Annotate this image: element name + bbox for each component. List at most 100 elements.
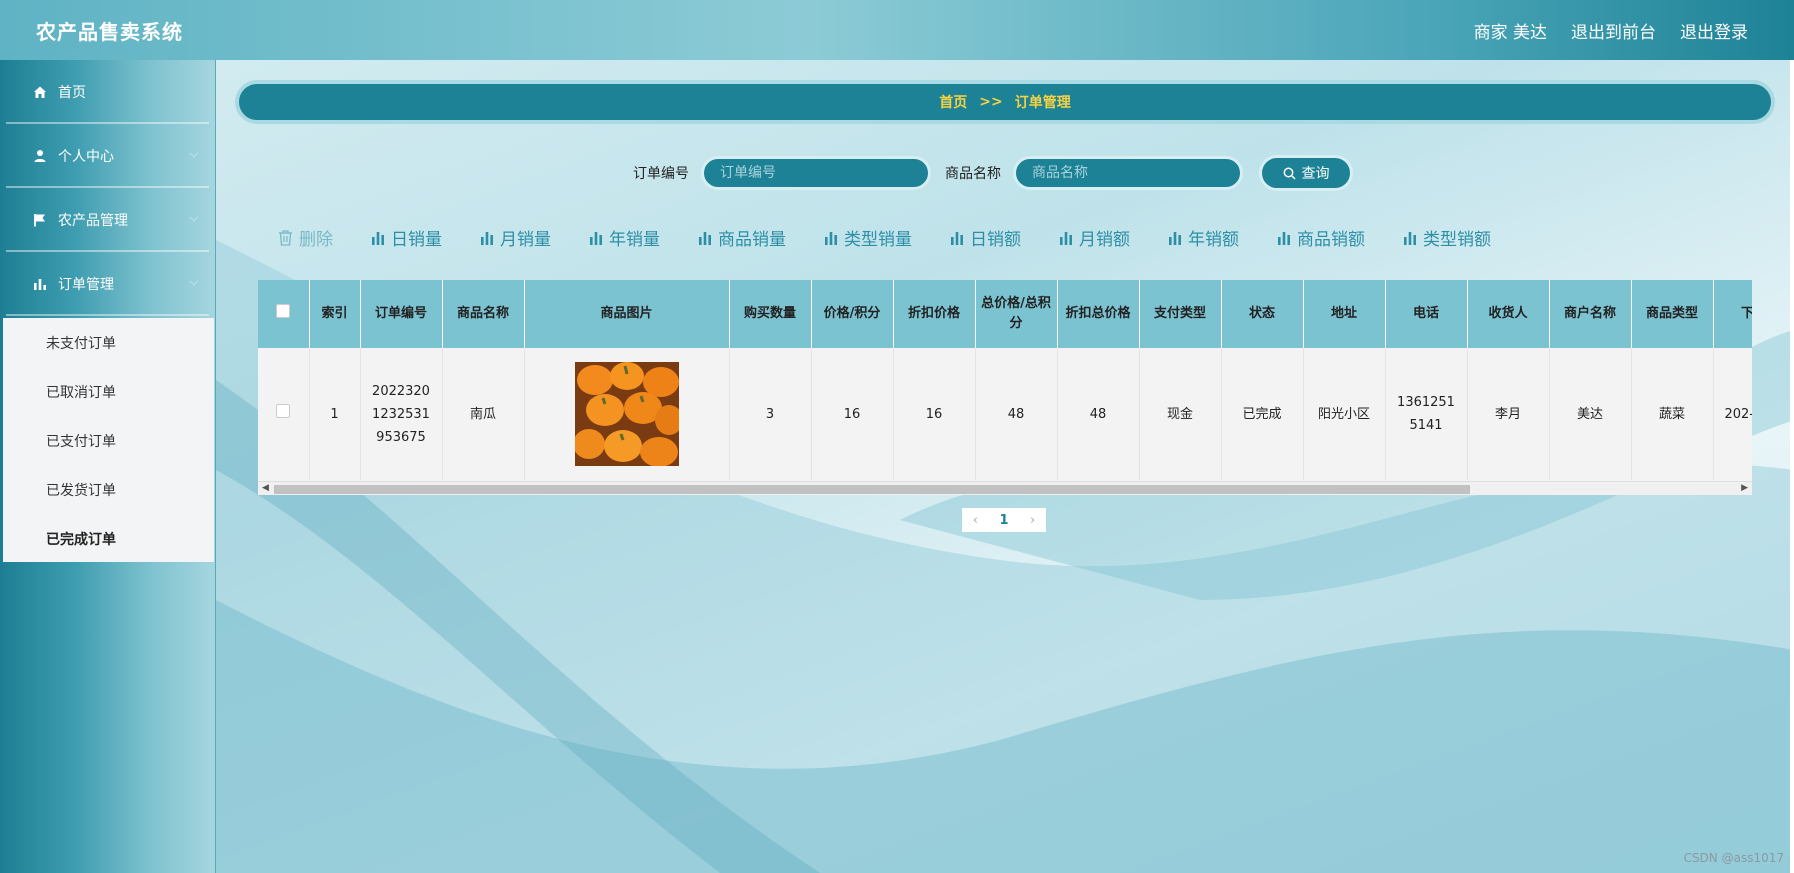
- column-header[interactable]: 索引: [309, 280, 361, 348]
- yearly-sales-amount-button[interactable]: 年销额: [1168, 225, 1239, 250]
- select-all-checkbox[interactable]: [276, 303, 291, 318]
- search-button-label: 查询: [1301, 166, 1330, 182]
- submenu-item-completed[interactable]: 已完成订单: [3, 514, 214, 563]
- tool-label: 类型销量: [844, 230, 912, 250]
- logout-link[interactable]: 退出登录: [1680, 18, 1748, 43]
- exit-to-front-link[interactable]: 退出到前台: [1571, 18, 1656, 43]
- bar-chart-icon: [371, 231, 385, 245]
- submenu-item-shipped[interactable]: 已发货订单: [3, 465, 214, 514]
- column-header[interactable]: 地址: [1303, 280, 1386, 348]
- category-sales-qty-button[interactable]: 类型销量: [824, 225, 912, 250]
- row-checkbox[interactable]: [276, 403, 291, 418]
- column-header[interactable]: 支付类型: [1139, 280, 1222, 348]
- bar-chart-icon: [32, 276, 48, 292]
- page-number[interactable]: 1: [999, 513, 1008, 528]
- select-all-cell: [258, 280, 310, 348]
- bar-chart-icon: [1277, 231, 1291, 245]
- cell-merchant: 美达: [1549, 348, 1632, 480]
- monthly-sales-amount-button[interactable]: 月销额: [1059, 225, 1130, 250]
- delete-label: 删除: [299, 230, 333, 250]
- tool-label: 年销量: [609, 230, 660, 250]
- cell-status: 已完成: [1221, 348, 1304, 480]
- breadcrumb-home[interactable]: 首页: [939, 92, 967, 112]
- cell-total: 48: [975, 348, 1058, 480]
- cell-category: 蔬菜: [1631, 348, 1714, 480]
- column-header[interactable]: 价格/积分: [811, 280, 894, 348]
- cell-order-no: 20223201232531953675: [360, 348, 443, 480]
- orders-table-container: 索引 订单编号 商品名称 商品图片 购买数量 价格/积分 折扣价格 总价格/总积…: [258, 280, 1752, 495]
- scroll-left-icon[interactable]: ◀: [262, 483, 269, 493]
- bar-chart-icon: [698, 231, 712, 245]
- cell-index: 1: [309, 348, 361, 480]
- order-no-input[interactable]: [701, 156, 931, 190]
- tool-label: 年销额: [1188, 230, 1239, 250]
- daily-sales-qty-button[interactable]: 日销量: [371, 225, 442, 250]
- cell-address: 阳光小区: [1303, 348, 1386, 480]
- cell-order-time: 202-20-2: [1713, 348, 1752, 480]
- tool-label: 日销额: [970, 230, 1021, 250]
- pumpkin-image: [574, 362, 679, 466]
- table-header-row: 索引 订单编号 商品名称 商品图片 购买数量 价格/积分 折扣价格 总价格/总积…: [258, 280, 1752, 348]
- submenu-item-paid[interactable]: 已支付订单: [3, 416, 214, 465]
- current-user[interactable]: 商家 美达: [1474, 18, 1547, 43]
- column-header[interactable]: 折扣价格: [893, 280, 976, 348]
- trash-icon: [278, 229, 293, 246]
- product-name-label: 商品名称: [945, 166, 1001, 182]
- product-sales-amount-button[interactable]: 商品销额: [1277, 225, 1365, 250]
- submenu-item-cancelled[interactable]: 已取消订单: [3, 367, 214, 416]
- cell-discount-total: 48: [1057, 348, 1140, 480]
- cell-product-image: [524, 348, 730, 480]
- tool-label: 类型销额: [1423, 230, 1491, 250]
- watermark: CSDN @ass1017: [1683, 851, 1784, 865]
- sidebar-item-profile[interactable]: 个人中心: [0, 124, 215, 188]
- delete-button[interactable]: 删除: [278, 225, 333, 250]
- scroll-right-icon[interactable]: ▶: [1741, 483, 1748, 493]
- column-header[interactable]: 折扣总价格: [1057, 280, 1140, 348]
- column-header[interactable]: 收货人: [1467, 280, 1550, 348]
- breadcrumb-current: 订单管理: [1014, 95, 1071, 111]
- sidebar-item-label: 首页: [58, 85, 86, 101]
- column-header[interactable]: 订单编号: [360, 280, 443, 348]
- chevron-down-icon: [189, 216, 199, 222]
- product-sales-qty-button[interactable]: 商品销量: [698, 225, 786, 250]
- right-edge: [1790, 60, 1794, 873]
- sidebar-item-products[interactable]: 农产品管理: [0, 188, 215, 252]
- yearly-sales-qty-button[interactable]: 年销量: [589, 225, 660, 250]
- user-icon: [32, 148, 48, 164]
- scrollbar-thumb[interactable]: [274, 485, 1470, 494]
- submenu-item-unpaid[interactable]: 未支付订单: [3, 318, 214, 367]
- column-header[interactable]: 商品名称: [442, 280, 525, 348]
- breadcrumb-separator: >>: [979, 94, 1003, 110]
- tool-label: 月销额: [1079, 230, 1130, 250]
- home-icon: [32, 84, 48, 100]
- chevron-down-icon: [189, 152, 199, 158]
- flag-icon: [32, 212, 48, 228]
- column-header[interactable]: 商户名称: [1549, 280, 1632, 348]
- product-name-input[interactable]: [1013, 156, 1243, 190]
- horizontal-scrollbar[interactable]: ◀ ▶: [258, 481, 1752, 495]
- daily-sales-amount-button[interactable]: 日销额: [950, 225, 1021, 250]
- column-header[interactable]: 商品图片: [524, 280, 730, 348]
- column-header[interactable]: 总价格/总积分: [975, 280, 1058, 348]
- cell-quantity: 3: [729, 348, 812, 480]
- table-row[interactable]: 1 20223201232531953675 南瓜 3 16 16 48 48 …: [258, 348, 1752, 480]
- next-page-icon[interactable]: ›: [1030, 513, 1035, 528]
- action-toolbar: 删除 日销量 月销量 年销量 商品销量 类型销量 日销额 月销额 年销额 商品销…: [278, 225, 1529, 250]
- prev-page-icon[interactable]: ‹: [973, 513, 978, 528]
- sidebar-item-home[interactable]: 首页: [0, 60, 215, 124]
- search-icon: [1283, 167, 1296, 180]
- tool-label: 商品销量: [718, 230, 786, 250]
- column-header[interactable]: 电话: [1385, 280, 1468, 348]
- column-header[interactable]: 商品类型: [1631, 280, 1714, 348]
- sidebar-item-orders[interactable]: 订单管理: [0, 252, 215, 316]
- top-header: 农产品售卖系统 商家 美达 退出到前台 退出登录: [0, 0, 1794, 60]
- column-header[interactable]: 状态: [1221, 280, 1304, 348]
- sidebar-item-label: 农产品管理: [58, 213, 128, 229]
- monthly-sales-qty-button[interactable]: 月销量: [480, 225, 551, 250]
- category-sales-amount-button[interactable]: 类型销额: [1403, 225, 1491, 250]
- tool-label: 日销量: [391, 230, 442, 250]
- search-button[interactable]: 查询: [1259, 155, 1353, 191]
- column-header[interactable]: 下单: [1713, 280, 1752, 348]
- column-header[interactable]: 购买数量: [729, 280, 812, 348]
- row-select-cell: [258, 348, 310, 480]
